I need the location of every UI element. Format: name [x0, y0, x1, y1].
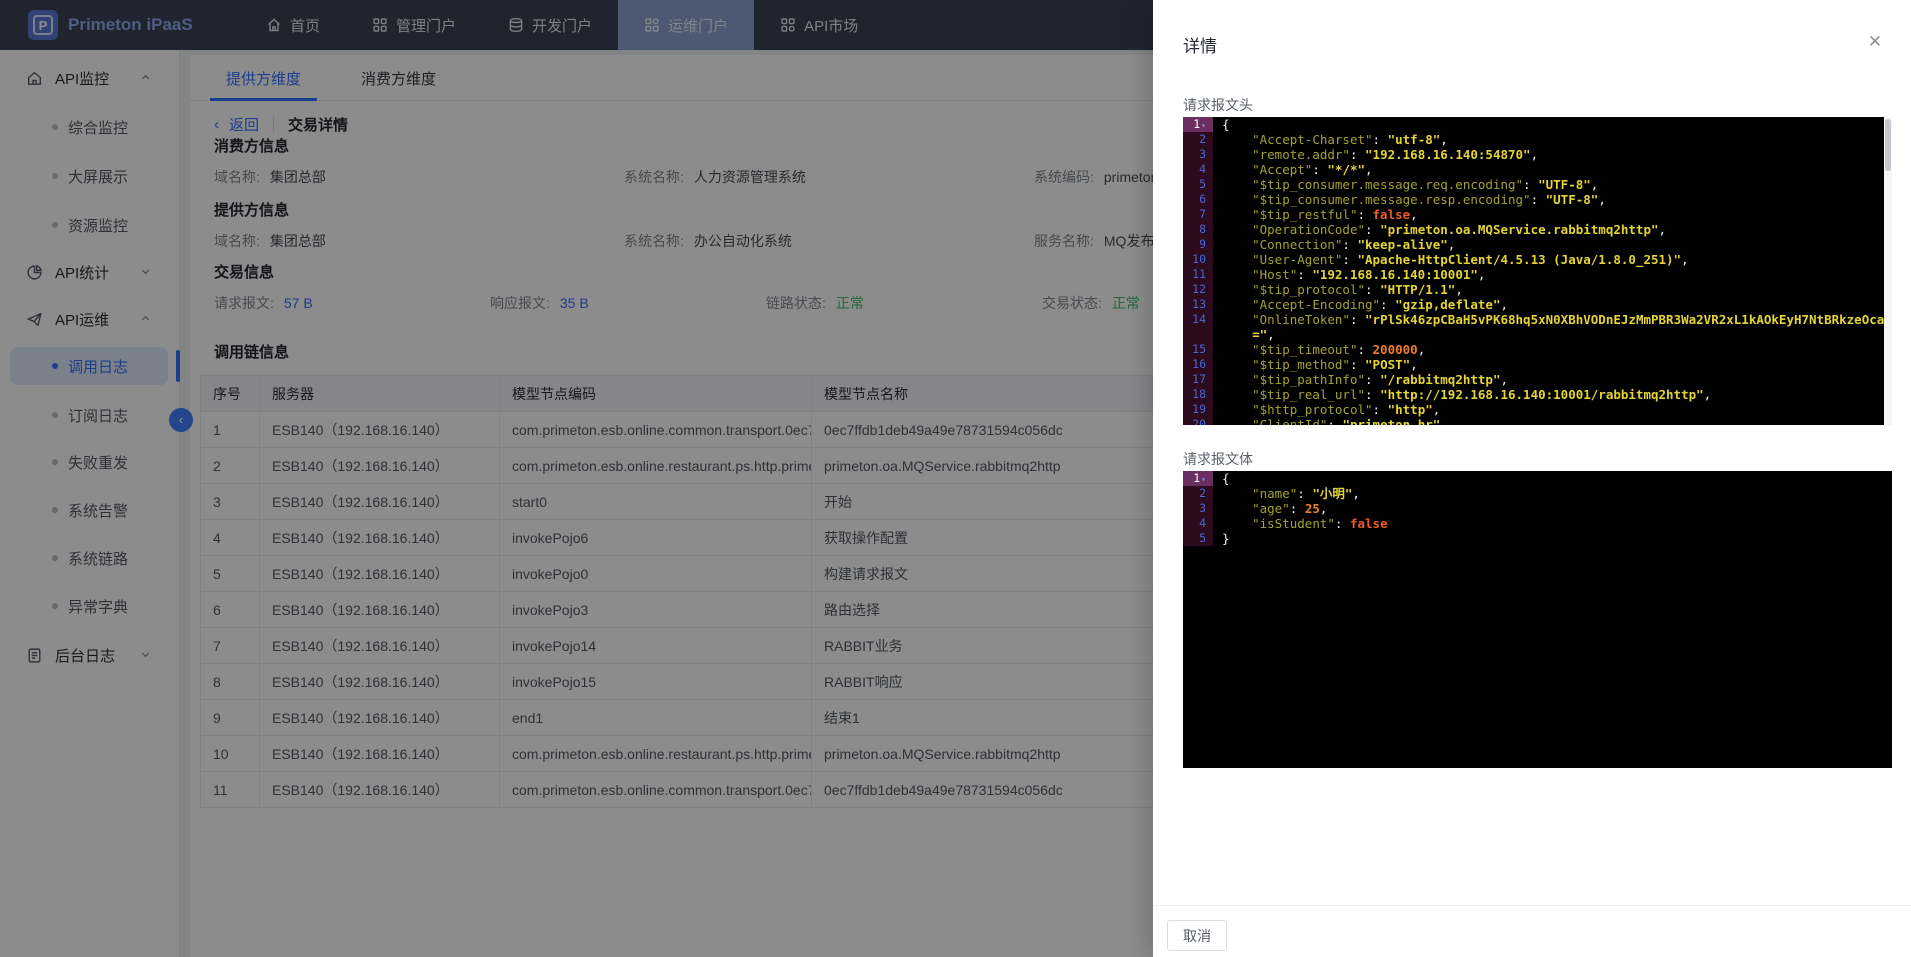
line-number-gutter: 2 — [1183, 132, 1213, 147]
code-text: "age": 25, — [1213, 501, 1327, 516]
request-body-label: 请求报文体 — [1183, 449, 1253, 469]
code-line: 15 "$tip_timeout": 200000, — [1183, 342, 1892, 357]
line-number-gutter: 4 — [1183, 516, 1213, 531]
scrollbar-thumb[interactable] — [1885, 119, 1891, 171]
line-number-gutter: 5 — [1183, 177, 1213, 192]
line-number-gutter: 19 — [1183, 402, 1213, 417]
fold-caret-icon[interactable]: ▾ — [1201, 475, 1206, 484]
code-text: "OperationCode": "primeton.oa.MQService.… — [1213, 222, 1666, 237]
code-line: 3 "age": 25, — [1183, 501, 1892, 516]
line-number-gutter: 3 — [1183, 501, 1213, 516]
line-number-gutter: 18 — [1183, 387, 1213, 402]
detail-drawer: 详情 ✕ 请求报文头 1▾{2 "Accept-Charset": "utf-8… — [1153, 0, 1911, 957]
code-line: 4 "isStudent": false — [1183, 516, 1892, 531]
line-number-gutter: 4 — [1183, 162, 1213, 177]
line-number-gutter: 12 — [1183, 282, 1213, 297]
line-number-gutter: 20 — [1183, 417, 1213, 425]
code-text: "$tip_method": "POST", — [1213, 357, 1418, 372]
code-text: "Accept-Charset": "utf-8", — [1213, 132, 1448, 147]
code-line: 17 "$tip_pathInfo": "/rabbitmq2http", — [1183, 372, 1892, 387]
code-text: { — [1213, 471, 1230, 486]
code-line: 12 "$tip_protocol": "HTTP/1.1", — [1183, 282, 1892, 297]
code-text: =", — [1213, 327, 1275, 342]
code-text: "$tip_restful": false, — [1213, 207, 1418, 222]
code-line: 19 "$http_protocol": "http", — [1183, 402, 1892, 417]
code-line: 10 "User-Agent": "Apache-HttpClient/4.5.… — [1183, 252, 1892, 267]
line-number-gutter: 1▾ — [1183, 117, 1213, 132]
line-number-gutter: 1▾ — [1183, 471, 1213, 486]
request-header-editor[interactable]: 1▾{2 "Accept-Charset": "utf-8",3 "remote… — [1183, 117, 1892, 425]
line-number-gutter: 7 — [1183, 207, 1213, 222]
code-line: 18 "$tip_real_url": "http://192.168.16.1… — [1183, 387, 1892, 402]
code-text: "Accept": "*/*", — [1213, 162, 1373, 177]
code-text: "$tip_timeout": 200000, — [1213, 342, 1425, 357]
drawer-title: 详情 — [1183, 32, 1217, 57]
request-body-editor[interactable]: 1▾{2 "name": "小明",3 "age": 25,4 "isStude… — [1183, 471, 1892, 768]
code-line: 16 "$tip_method": "POST", — [1183, 357, 1892, 372]
fold-caret-icon[interactable]: ▾ — [1201, 121, 1206, 130]
line-number-gutter: 8 — [1183, 222, 1213, 237]
code-text: { — [1213, 117, 1230, 132]
code-text: "Accept-Encoding": "gzip,deflate", — [1213, 297, 1508, 312]
code-line: 4 "Accept": "*/*", — [1183, 162, 1892, 177]
code-line: 7 "$tip_restful": false, — [1183, 207, 1892, 222]
code-text: "$http_protocol": "http", — [1213, 402, 1440, 417]
code-line: 20 "ClientId": "primeton.hr", — [1183, 417, 1892, 425]
code-line: 11 "Host": "192.168.16.140:10001", — [1183, 267, 1892, 282]
code-text: "name": "小明", — [1213, 486, 1360, 501]
line-number-gutter: 14 — [1183, 312, 1213, 327]
cancel-button[interactable]: 取消 — [1167, 920, 1227, 951]
code-text: "remote.addr": "192.168.16.140:54870", — [1213, 147, 1538, 162]
code-line: 13 "Accept-Encoding": "gzip,deflate", — [1183, 297, 1892, 312]
code-text: } — [1213, 531, 1230, 546]
code-text: "Host": "192.168.16.140:10001", — [1213, 267, 1485, 282]
code-line: 6 "$tip_consumer.message.resp.encoding":… — [1183, 192, 1892, 207]
code-line: 14 "OnlineToken": "rPlSk46zpCBaH5vPK68hq… — [1183, 312, 1892, 327]
code-line: 2 "name": "小明", — [1183, 486, 1892, 501]
drawer-footer: 取消 — [1153, 905, 1911, 957]
code-text: "ClientId": "primeton.hr", — [1213, 417, 1448, 425]
line-number-gutter: 6 — [1183, 192, 1213, 207]
code-line: 1▾{ — [1183, 117, 1892, 132]
editor-scrollbar[interactable] — [1884, 117, 1892, 425]
code-line: 1▾{ — [1183, 471, 1892, 486]
code-text: "$tip_pathInfo": "/rabbitmq2http", — [1213, 372, 1508, 387]
code-line: 9 "Connection": "keep-alive", — [1183, 237, 1892, 252]
close-icon[interactable]: ✕ — [1865, 32, 1885, 52]
code-text: "isStudent": false — [1213, 516, 1388, 531]
app-root: P Primeton iPaaS 首页管理门户开发门户运维门户API市场 API… — [0, 0, 1911, 957]
code-line: 8 "OperationCode": "primeton.oa.MQServic… — [1183, 222, 1892, 237]
line-number-gutter: 2 — [1183, 486, 1213, 501]
code-line: 2 "Accept-Charset": "utf-8", — [1183, 132, 1892, 147]
code-text: "$tip_consumer.message.resp.encoding": "… — [1213, 192, 1606, 207]
line-number-gutter — [1183, 327, 1213, 342]
request-header-label: 请求报文头 — [1183, 95, 1253, 115]
code-text: "$tip_real_url": "http://192.168.16.140:… — [1213, 387, 1711, 402]
code-text: "Connection": "keep-alive", — [1213, 237, 1455, 252]
code-text: "$tip_protocol": "HTTP/1.1", — [1213, 282, 1463, 297]
line-number-gutter: 15 — [1183, 342, 1213, 357]
code-line: 3 "remote.addr": "192.168.16.140:54870", — [1183, 147, 1892, 162]
line-number-gutter: 11 — [1183, 267, 1213, 282]
code-text: "OnlineToken": "rPlSk46zpCBaH5vPK68hq5xN… — [1213, 312, 1892, 327]
code-line: 5} — [1183, 531, 1892, 546]
line-number-gutter: 16 — [1183, 357, 1213, 372]
line-number-gutter: 5 — [1183, 531, 1213, 546]
line-number-gutter: 10 — [1183, 252, 1213, 267]
code-line: =", — [1183, 327, 1892, 342]
line-number-gutter: 13 — [1183, 297, 1213, 312]
line-number-gutter: 3 — [1183, 147, 1213, 162]
code-line: 5 "$tip_consumer.message.req.encoding": … — [1183, 177, 1892, 192]
line-number-gutter: 17 — [1183, 372, 1213, 387]
line-number-gutter: 9 — [1183, 237, 1213, 252]
code-text: "User-Agent": "Apache-HttpClient/4.5.13 … — [1213, 252, 1689, 267]
code-text: "$tip_consumer.message.req.encoding": "U… — [1213, 177, 1598, 192]
